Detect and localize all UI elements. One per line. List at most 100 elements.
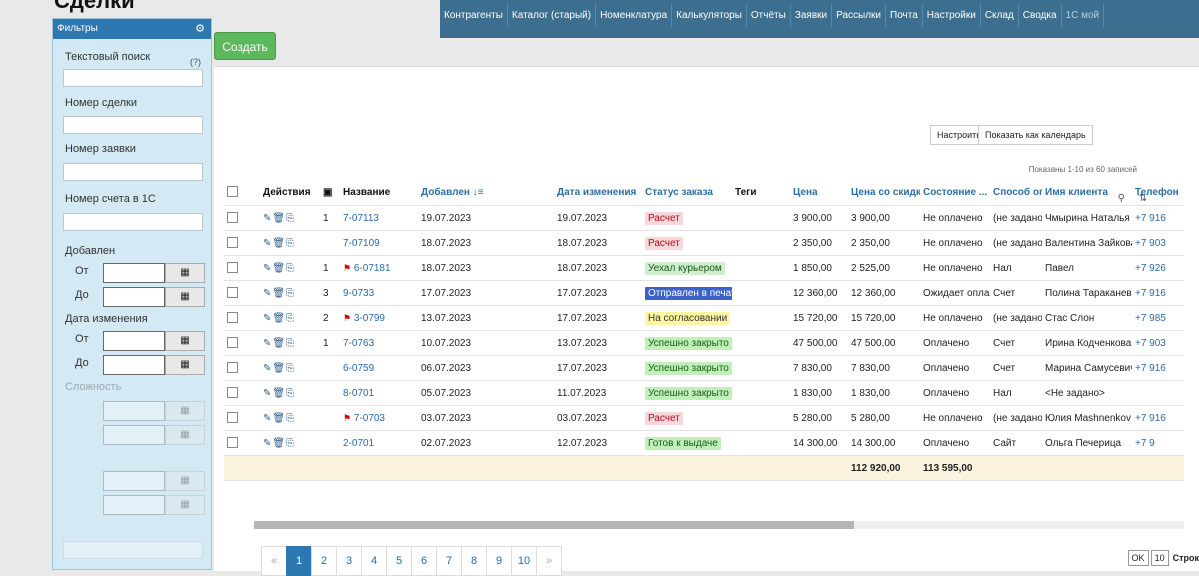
table-row[interactable]: ✎🗑⎘ 2-0701 02.07.2023 12.07.2023 Готов к вы… xyxy=(224,430,1184,456)
row-name[interactable]: 7-07109 xyxy=(340,230,418,256)
pagination-page[interactable]: 5 xyxy=(386,546,412,576)
row-phone[interactable]: +7 903 xyxy=(1132,230,1184,256)
row-phone[interactable] xyxy=(1132,380,1184,406)
name-header[interactable]: Название xyxy=(340,179,418,206)
added-header[interactable]: Добавлен ↓≡ xyxy=(418,179,554,206)
deal-number-input[interactable] xyxy=(63,116,203,134)
pagination-page[interactable]: 8 xyxy=(461,546,487,576)
deal-link[interactable]: 6-07181 xyxy=(354,263,391,274)
trash-icon[interactable]: 🗑 xyxy=(272,213,286,224)
copy-icon[interactable]: ⎘ xyxy=(286,238,295,249)
deal-link[interactable]: 8-0701 xyxy=(343,388,374,399)
edit-icon[interactable]: ✎ xyxy=(263,338,272,349)
row-name[interactable]: 8-0701 xyxy=(340,380,418,406)
changed-to-input[interactable] xyxy=(103,355,165,375)
table-row[interactable]: ✎🗑⎘ 8-0701 05.07.2023 11.07.2023 Успешно за… xyxy=(224,380,1184,406)
nav-mail[interactable]: Почта xyxy=(886,4,923,27)
nav-mailings[interactable]: Рассылки xyxy=(832,4,886,27)
edit-icon[interactable]: ✎ xyxy=(263,288,272,299)
state-header[interactable]: Состояние ... xyxy=(920,179,990,206)
deal-link[interactable]: 7-07109 xyxy=(343,238,380,249)
row-phone[interactable]: +7 9 xyxy=(1132,430,1184,456)
row-name[interactable]: 7-07113 xyxy=(340,205,418,231)
table-row[interactable]: ✎🗑⎘ 1 7-07113 19.07.2023 19.07.2023 Расчет 3 … xyxy=(224,205,1184,231)
nav-settings[interactable]: Настройки xyxy=(923,4,981,27)
phone-header[interactable]: Телефон xyxy=(1132,179,1184,206)
calendar-icon[interactable]: ▦ xyxy=(165,263,205,283)
row-phone[interactable]: +7 903 xyxy=(1132,330,1184,356)
copy-icon[interactable]: ⎘ xyxy=(286,213,295,224)
table-row[interactable]: ✎🗑⎘ 1 7-0763 10.07.2023 13.07.2023 Успешно з… xyxy=(224,330,1184,356)
row-name[interactable]: ⚑ 3-0799 xyxy=(340,305,418,331)
gear-icon[interactable]: ⚙ xyxy=(195,19,205,39)
trash-icon[interactable]: 🗑 xyxy=(272,413,286,424)
row-phone[interactable]: +7 985 xyxy=(1132,305,1184,331)
pagination-prev[interactable]: « xyxy=(261,546,287,576)
row-checkbox[interactable] xyxy=(224,430,260,456)
trash-icon[interactable]: 🗑 xyxy=(272,288,286,299)
trash-icon[interactable]: 🗑 xyxy=(272,238,286,249)
deal-link[interactable]: 7-0763 xyxy=(343,338,374,349)
row-name[interactable]: ⚑ 7-0703 xyxy=(340,405,418,431)
trash-icon[interactable]: 🗑 xyxy=(272,438,286,449)
trash-icon[interactable]: 🗑 xyxy=(272,263,286,274)
nav-calculators[interactable]: Калькуляторы xyxy=(672,4,747,27)
row-name[interactable]: 7-0763 xyxy=(340,330,418,356)
extra-filter-input[interactable] xyxy=(103,495,165,515)
row-checkbox[interactable] xyxy=(224,280,260,306)
request-number-input[interactable] xyxy=(63,163,203,181)
table-row[interactable]: ✎🗑⎘ 1 ⚑ 6-07181 18.07.2023 18.07.2023 Уехал к… xyxy=(224,255,1184,281)
nav-nomenclature[interactable]: Номенклатура xyxy=(596,4,673,27)
trash-icon[interactable]: 🗑 xyxy=(272,313,286,324)
edit-icon[interactable]: ✎ xyxy=(263,213,272,224)
nav-requests[interactable]: Заявки xyxy=(791,4,833,27)
calendar-icon[interactable]: ▦ xyxy=(165,401,205,421)
deal-link[interactable]: 2-0701 xyxy=(343,438,374,449)
row-name[interactable]: 2-0701 xyxy=(340,430,418,456)
deal-link[interactable]: 7-0703 xyxy=(354,413,385,424)
row-name[interactable]: ⚑ 6-07181 xyxy=(340,255,418,281)
nav-catalog-old[interactable]: Каталог (старый) xyxy=(508,4,597,27)
edit-icon[interactable]: ✎ xyxy=(263,388,272,399)
price-discount-header[interactable]: Цена со скидкой xyxy=(848,179,920,206)
per-page-ok-button[interactable]: OK xyxy=(1127,550,1149,566)
nav-kontragenty[interactable]: Контрагенты xyxy=(440,4,508,27)
edit-icon[interactable]: ✎ xyxy=(263,238,272,249)
extra-filter-input[interactable] xyxy=(103,471,165,491)
row-checkbox[interactable] xyxy=(224,230,260,256)
row-checkbox[interactable] xyxy=(224,405,260,431)
show-calendar-button[interactable]: Показать как календарь xyxy=(978,125,1093,145)
copy-icon[interactable]: ⎘ xyxy=(286,288,295,299)
table-row[interactable]: ✎🗑⎘ 6-0759 06.07.2023 17.07.2023 Успешно за… xyxy=(224,355,1184,381)
select-all-checkbox[interactable] xyxy=(224,179,260,206)
complexity-from-input[interactable] xyxy=(103,401,165,421)
row-checkbox[interactable] xyxy=(224,380,260,406)
pagination-page[interactable]: 7 xyxy=(436,546,462,576)
text-search-hint[interactable]: (?) xyxy=(190,57,201,67)
calendar-icon[interactable]: ▦ xyxy=(165,287,205,307)
scrollbar-thumb[interactable] xyxy=(254,521,854,529)
complexity-to-input[interactable] xyxy=(103,425,165,445)
calendar-icon[interactable]: ▦ xyxy=(165,471,205,491)
calendar-icon[interactable]: ▦ xyxy=(165,355,205,375)
copy-icon[interactable]: ⎘ xyxy=(286,263,295,274)
pagination-page[interactable]: 3 xyxy=(336,546,362,576)
row-checkbox[interactable] xyxy=(224,255,260,281)
copy-icon[interactable]: ⎘ xyxy=(286,338,295,349)
row-phone[interactable]: +7 916 xyxy=(1132,205,1184,231)
copy-icon[interactable]: ⎘ xyxy=(286,363,295,374)
calendar-icon[interactable]: ▦ xyxy=(165,425,205,445)
row-name[interactable]: 9-0733 xyxy=(340,280,418,306)
table-row[interactable]: ✎🗑⎘ 2 ⚑ 3-0799 13.07.2023 17.07.2023 На согла… xyxy=(224,305,1184,331)
nav-1c[interactable]: 1С мой xyxy=(1062,4,1105,27)
pagination-next[interactable]: » xyxy=(536,546,562,576)
pagination-page[interactable]: 2 xyxy=(311,546,337,576)
row-checkbox[interactable] xyxy=(224,205,260,231)
calendar-icon[interactable]: ▦ xyxy=(165,495,205,515)
changed-header[interactable]: Дата изменения xyxy=(554,179,642,206)
pagination-page[interactable]: 10 xyxy=(511,546,537,576)
row-phone[interactable]: +7 926 xyxy=(1132,255,1184,281)
pagination-page[interactable]: 1 xyxy=(286,546,312,576)
per-page-input[interactable]: 10 xyxy=(1150,550,1169,566)
row-phone[interactable]: +7 916 xyxy=(1132,355,1184,381)
